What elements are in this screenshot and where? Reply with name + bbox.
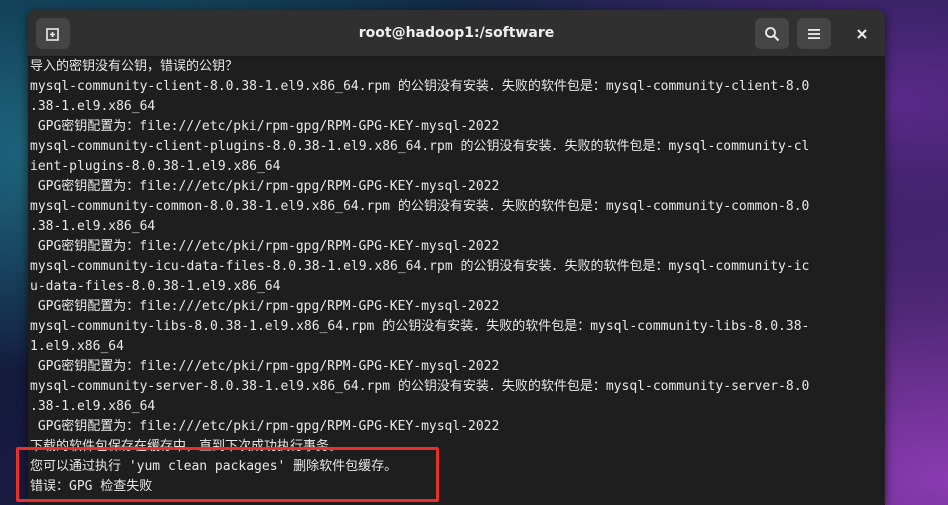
new-tab-icon: [46, 27, 59, 41]
terminal-line: u-data-files-8.0.38-1.el9.x86_64: [30, 279, 281, 294]
terminal-line: .38-1.el9.x86_64: [30, 399, 156, 414]
terminal-line: mysql-community-client-8.0.38-1.el9.x86_…: [30, 79, 810, 94]
terminal-line: 导入的密钥没有公钥，错误的公钥？: [30, 59, 239, 74]
terminal-line: mysql-community-icu-data-files-8.0.38-1.…: [30, 259, 810, 274]
terminal-line: .38-1.el9.x86_64: [30, 219, 156, 234]
terminal-line: mysql-community-server-8.0.38-1.el9.x86_…: [30, 379, 810, 394]
menu-button[interactable]: [797, 18, 831, 49]
terminal-line: mysql-community-client-plugins-8.0.38-1.…: [30, 139, 810, 154]
terminal-line: mysql-community-libs-8.0.38-1.el9.x86_64…: [30, 319, 810, 334]
terminal-line: GPG密钥配置为：file:///etc/pki/rpm-gpg/RPM-GPG…: [30, 179, 500, 194]
terminal-line: GPG密钥配置为：file:///etc/pki/rpm-gpg/RPM-GPG…: [30, 299, 500, 314]
highlight-box: [16, 447, 439, 502]
close-button[interactable]: [846, 18, 877, 49]
terminal-line: GPG密钥配置为：file:///etc/pki/rpm-gpg/RPM-GPG…: [30, 359, 500, 374]
new-tab-button[interactable]: [36, 18, 70, 49]
terminal-window: root@hadoop1:/software 导入的密钥没有公钥，错误的公钥？ m…: [28, 10, 885, 505]
terminal-line: mysql-community-common-8.0.38-1.el9.x86_…: [30, 199, 810, 214]
terminal-line: GPG密钥配置为：file:///etc/pki/rpm-gpg/RPM-GPG…: [30, 119, 500, 134]
scrollbar[interactable]: [873, 57, 885, 505]
terminal-line: .38-1.el9.x86_64: [30, 99, 156, 114]
search-icon: [765, 26, 780, 41]
title-bar: root@hadoop1:/software: [28, 10, 885, 57]
terminal-line: GPG密钥配置为：file:///etc/pki/rpm-gpg/RPM-GPG…: [30, 239, 500, 254]
window-title: root@hadoop1:/software: [358, 25, 555, 41]
search-button[interactable]: [755, 18, 789, 49]
terminal-output[interactable]: 导入的密钥没有公钥，错误的公钥？ mysql-community-client-8…: [28, 57, 875, 505]
terminal-line: 1.el9.x86_64: [30, 339, 124, 354]
terminal-line: ient-plugins-8.0.38-1.el9.x86_64: [30, 159, 281, 174]
hamburger-menu-icon: [808, 28, 820, 39]
close-icon: [856, 28, 867, 39]
terminal-line: GPG密钥配置为：file:///etc/pki/rpm-gpg/RPM-GPG…: [30, 419, 500, 434]
